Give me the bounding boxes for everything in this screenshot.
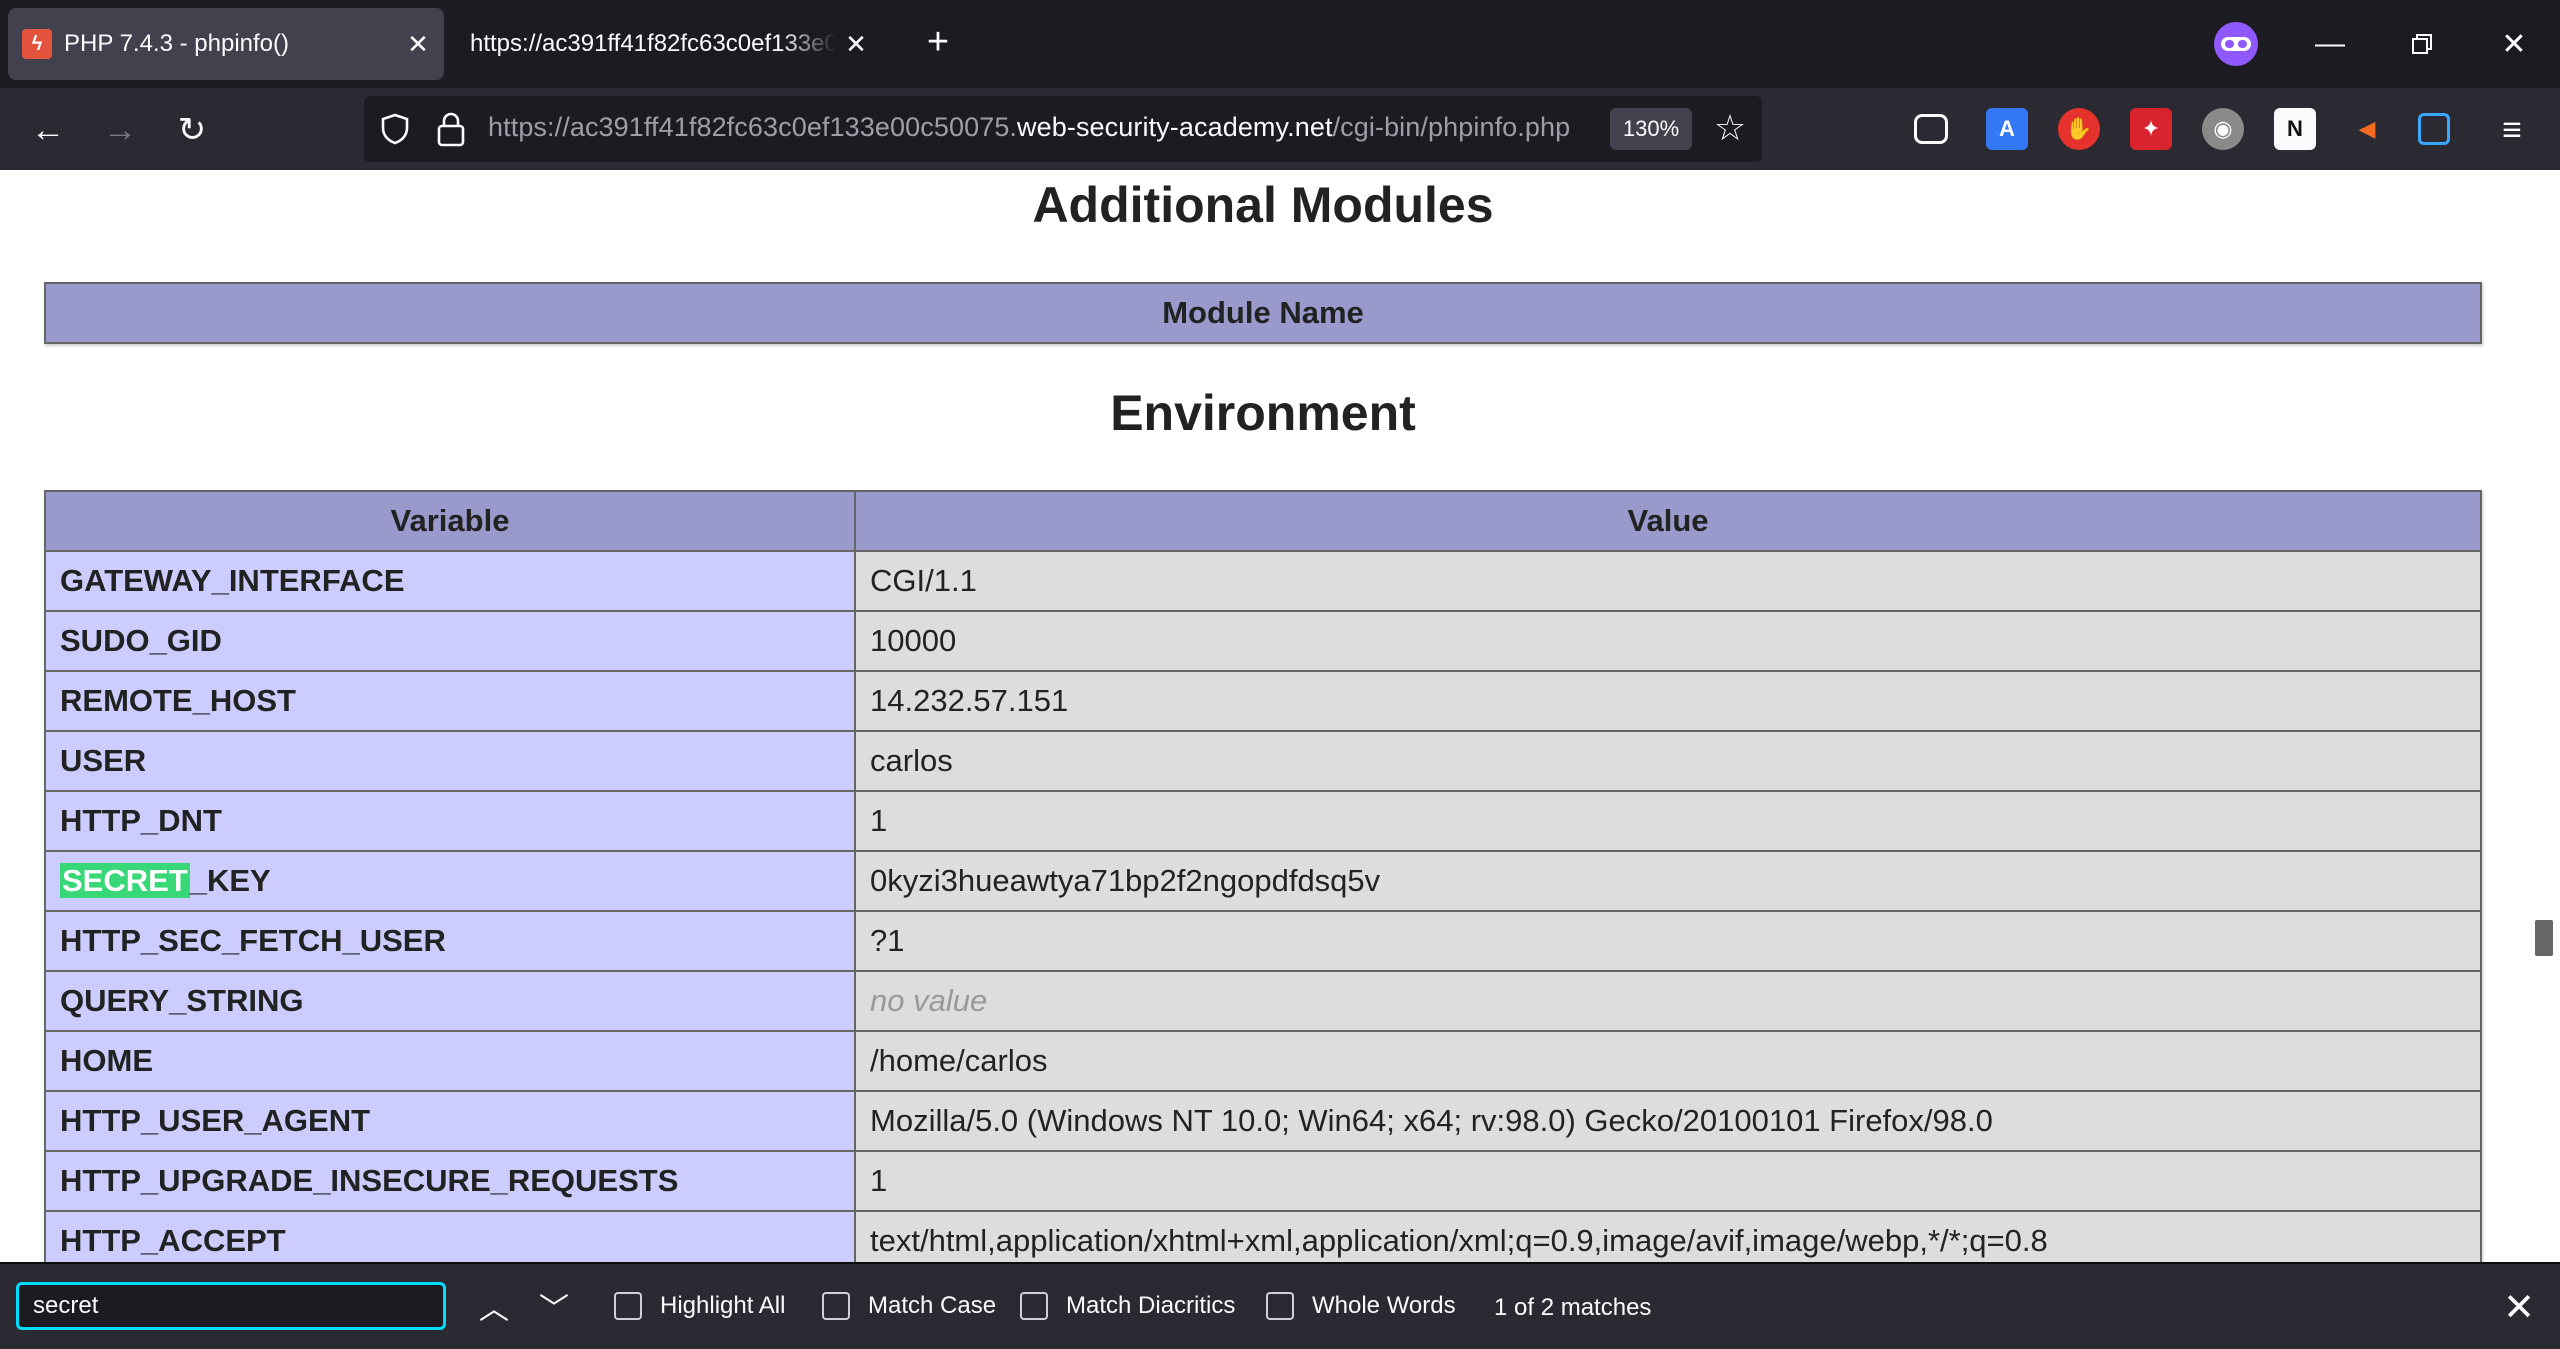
env-variable-name: SUDO_GID [44,610,856,672]
lock-icon[interactable] [434,110,468,148]
find-match-highlight: SECRET [60,863,190,898]
close-find-bar-icon[interactable]: ✕ [2494,1282,2544,1332]
bookmark-star-icon[interactable]: ☆ [1710,108,1750,148]
checkbox-box[interactable] [1266,1292,1294,1320]
url-bar[interactable]: https://ac391ff41f82fc63c0ef133e00c50075… [364,96,1762,162]
zoom-level-badge[interactable]: 130% [1610,108,1692,150]
additional-modules-heading: Additional Modules [1032,177,1494,233]
table-row: HOME/home/carlos [44,1030,2482,1092]
env-variable-value: ?1 [854,910,2482,972]
environment-heading: Environment [1110,385,1416,441]
navigation-toolbar: ← → ↻ https://ac391ff41f82fc63c0ef133e00… [0,88,2560,170]
match-diacritics-checkbox[interactable]: Match Diacritics [1020,1292,1235,1320]
private-browsing-icon [2214,22,2258,66]
table-row: SUDO_GID 10000 [44,610,2482,672]
find-bar: secret ︿ ﹀ Highlight All Match Case Matc… [0,1262,2560,1349]
table-row: HTTP_ACCEPT text/html,application/xhtml+x… [44,1210,2482,1262]
env-variable-name: HOME [44,1030,856,1092]
url-text[interactable]: https://ac391ff41f82fc63c0ef133e00c50075… [488,112,1570,143]
table-row: SECRET_KEY 0kyzi3hueawtya71bp2f2ngopdfds… [44,850,2482,912]
whole-words-checkbox[interactable]: Whole Words [1266,1292,1456,1320]
new-tab-icon[interactable]: + [918,22,958,66]
env-variable-name: USER [44,730,856,792]
burp-lightning-icon: ϟ [22,29,52,59]
environment-table: Variable Value GATEWAY_INTERFACE CGI/1.1 … [44,490,2482,1262]
table-row: HTTP_SEC_FETCH_USER ?1 [44,910,2482,972]
tab-title: PHP 7.4.3 - phpinfo() [64,30,290,57]
env-variable-name: HTTP_ACCEPT [44,1210,856,1262]
tab-url[interactable]: https://ac391ff41f82fc63c0ef133e00c50075… [452,8,882,80]
env-variable-value: Mozilla/5.0 (Windows NT 10.0; Win64; x64… [854,1090,2482,1152]
value-column-header: Value [854,490,2482,552]
variable-column-header: Variable [44,490,856,552]
table-row: GATEWAY_INTERFACE CGI/1.1 [44,550,2482,612]
env-variable-value: CGI/1.1 [854,550,2482,612]
env-variable-value: text/html,application/xhtml+xml,applicat… [854,1210,2482,1262]
wappalyzer-extension-icon[interactable]: ✦ [2130,108,2172,150]
table-row: QUERY_STRING no value [44,970,2482,1032]
tab-strip: ϟ PHP 7.4.3 - phpinfo() ✕ https://ac391f… [0,0,2560,88]
tab-phpinfo[interactable]: ϟ PHP 7.4.3 - phpinfo() ✕ [8,8,444,80]
match-case-checkbox[interactable]: Match Case [822,1292,996,1320]
table-row: USER carlos [44,730,2482,792]
find-next-icon[interactable]: ﹀ [530,1282,578,1330]
tracking-protection-shield-icon[interactable] [378,112,412,146]
find-previous-icon[interactable]: ︿ [470,1282,518,1330]
restore-icon[interactable] [2392,14,2452,74]
find-match-count: 1 of 2 matches [1494,1294,1652,1321]
notion-extension-icon[interactable]: N [2274,108,2316,150]
checkbox-box[interactable] [614,1292,642,1320]
reload-icon[interactable]: ↻ [168,106,216,154]
pocket-icon[interactable] [1914,114,1948,144]
env-variable-name: SECRET_KEY [44,850,856,912]
env-variable-value: 1 [854,1150,2482,1212]
env-variable-name-rest: _KEY [189,863,271,898]
tab-title: https://ac391ff41f82fc63c0ef133e00c50075… [470,30,836,57]
burp-proxy-extension-icon[interactable]: ◀ [2346,108,2388,150]
module-name-header: Module Name [44,282,2482,344]
env-variable-name: HTTP_DNT [44,790,856,852]
back-icon[interactable]: ← [24,106,72,154]
scrollbar-thumb[interactable] [2535,920,2553,956]
table-row: HTTP_DNT 1 [44,790,2482,852]
modules-table: Module Name [44,282,2482,344]
env-variable-name: REMOTE_HOST [44,670,856,732]
env-variable-value: 14.232.57.151 [854,670,2482,732]
spy-extension-icon[interactable]: ◉ [2202,108,2244,150]
no-value-text: no value [870,983,988,1018]
close-tab-icon[interactable]: ✕ [398,24,438,64]
env-variable-name: GATEWAY_INTERFACE [44,550,856,612]
page-content: Additional Modules Module Name Environme… [0,170,2560,1262]
container-extension-icon[interactable] [2418,113,2450,145]
env-variable-name: QUERY_STRING [44,970,856,1032]
checkbox-box[interactable] [1020,1292,1048,1320]
env-variable-value: /home/carlos [854,1030,2482,1092]
highlight-all-checkbox[interactable]: Highlight All [614,1292,785,1320]
table-row: REMOTE_HOST 14.232.57.151 [44,670,2482,732]
env-variable-value: 0kyzi3hueawtya71bp2f2ngopdfdsq5v [854,850,2482,912]
env-variable-name: HTTP_SEC_FETCH_USER [44,910,856,972]
close-tab-icon[interactable]: ✕ [836,24,876,64]
minimize-icon[interactable]: — [2300,14,2360,74]
adblock-extension-icon[interactable]: ✋ [2058,108,2100,150]
translate-extension-icon[interactable]: A [1986,108,2028,150]
env-variable-name: HTTP_UPGRADE_INSECURE_REQUESTS [44,1150,856,1212]
forward-icon[interactable]: → [96,106,144,154]
find-input[interactable]: secret [16,1282,446,1330]
menu-hamburger-icon[interactable]: ≡ [2488,106,2536,154]
env-variable-value: no value [854,970,2482,1032]
table-row: HTTP_USER_AGENT Mozilla/5.0 (Windows NT 1… [44,1090,2482,1152]
close-window-icon[interactable]: ✕ [2484,14,2544,74]
env-variable-value: carlos [854,730,2482,792]
env-variable-value: 10000 [854,610,2482,672]
checkbox-box[interactable] [822,1292,850,1320]
env-variable-value: 1 [854,790,2482,852]
table-row: HTTP_UPGRADE_INSECURE_REQUESTS 1 [44,1150,2482,1212]
env-variable-name: HTTP_USER_AGENT [44,1090,856,1152]
